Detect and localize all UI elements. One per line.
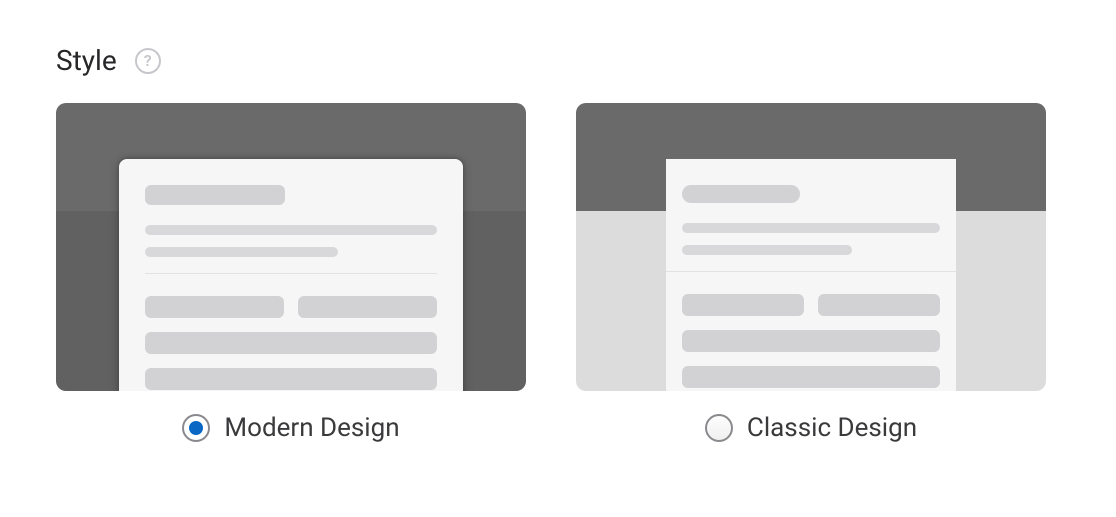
style-options: Modern Design Classic Design <box>56 103 1060 443</box>
preview-modern <box>56 103 526 391</box>
style-option-classic[interactable]: Classic Design <box>576 103 1046 443</box>
section-header: Style ? <box>56 44 1060 77</box>
radio-row-modern[interactable]: Modern Design <box>182 413 399 443</box>
preview-classic <box>576 103 1046 391</box>
radio-modern[interactable] <box>182 414 210 442</box>
radio-label-modern: Modern Design <box>224 413 399 443</box>
radio-label-classic: Classic Design <box>747 413 917 443</box>
radio-row-classic[interactable]: Classic Design <box>705 413 917 443</box>
help-icon[interactable]: ? <box>135 48 161 74</box>
style-option-modern[interactable]: Modern Design <box>56 103 526 443</box>
radio-classic[interactable] <box>705 414 733 442</box>
section-title: Style <box>56 44 117 77</box>
